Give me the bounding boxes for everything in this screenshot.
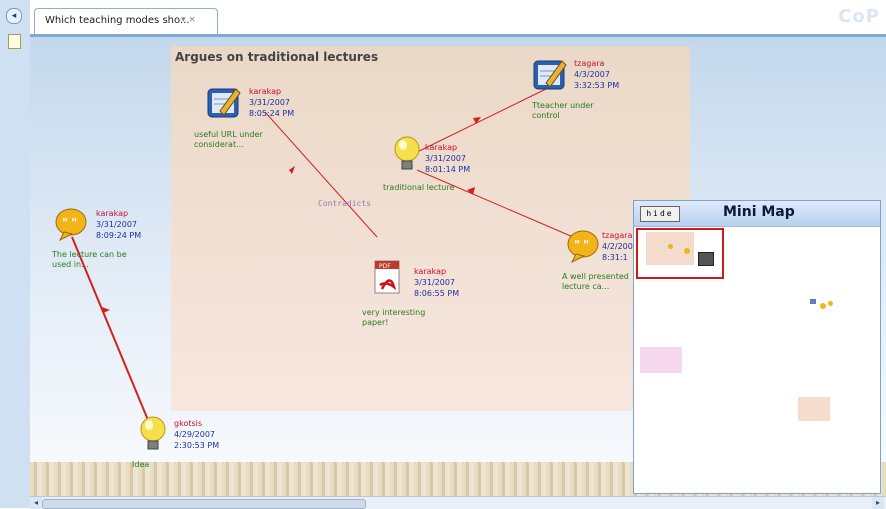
- brand-logo: CoP: [838, 6, 880, 27]
- minimap-region-peach: [798, 397, 830, 421]
- note-icon[interactable]: [532, 57, 568, 93]
- node-label[interactable]: useful URL under: [194, 130, 263, 140]
- node-label-cont: paper!: [362, 318, 389, 327]
- node-date: 3/31/2007: [414, 278, 456, 287]
- minimap-region-pink: [640, 347, 682, 373]
- node-date: 4/29/2007: [174, 430, 216, 439]
- node-label[interactable]: Tteacher under: [532, 101, 594, 111]
- node-author: karakap: [414, 267, 447, 276]
- tab-title: Which teaching modes sho...: [45, 15, 190, 26]
- node-time: 8:31:1: [602, 253, 628, 262]
- minimap-title: Mini Map: [723, 204, 795, 220]
- lightbulb-icon[interactable]: [394, 135, 420, 175]
- minimap-bubble-dot: [684, 248, 690, 254]
- minimap-header: hide Mini Map: [634, 201, 880, 227]
- node-time: 8:01:14 PM: [425, 165, 471, 174]
- svg-text:PDF: PDF: [379, 263, 391, 270]
- svg-text:": ": [583, 238, 589, 252]
- node-label-cont: lecture ca...: [562, 282, 610, 291]
- lightbulb-icon[interactable]: [140, 415, 166, 455]
- node-label-cont: used in...: [52, 260, 89, 269]
- minimap-viewport[interactable]: [636, 228, 724, 279]
- node-date: 4/3/2007: [574, 70, 610, 79]
- speech-bubble-icon[interactable]: " ": [54, 207, 88, 241]
- node-label[interactable]: very interesting: [362, 308, 425, 318]
- minimap-cluster-right: [810, 295, 834, 313]
- node-author: karakap: [425, 143, 458, 152]
- node-time: 8:06:55 PM: [414, 289, 460, 298]
- node-time: 3:32:53 PM: [574, 81, 620, 90]
- document-icon[interactable]: [8, 34, 21, 49]
- tab-strip: Which teaching modes sho... ▾ × CoP: [30, 0, 886, 34]
- node-author: tzagara: [602, 231, 633, 240]
- collapse-panel-icon[interactable]: ◂: [6, 8, 22, 24]
- hide-minimap-button[interactable]: hide: [640, 206, 680, 222]
- node-time: 8:05:24 PM: [249, 109, 295, 118]
- node-label-cont: control: [532, 111, 560, 120]
- svg-text:": ": [574, 238, 580, 252]
- node-author: gkotsis: [174, 419, 203, 428]
- node-time: 8:09:24 PM: [96, 231, 142, 240]
- pdf-file-icon[interactable]: PDF: [372, 259, 406, 297]
- left-sidebar: ◂: [0, 0, 31, 508]
- scroll-right-arrow[interactable]: ▸: [872, 497, 884, 509]
- edge-4-arrow: [102, 307, 110, 313]
- node-date: 3/31/2007: [96, 220, 138, 229]
- node-date: 3/31/2007: [425, 154, 467, 163]
- edge-1-arrow: [289, 166, 295, 174]
- tab-discussion[interactable]: Which teaching modes sho... ▾ ×: [34, 8, 218, 34]
- minimap-bulb-dot: [668, 244, 673, 249]
- minimap-bubble-dot: [828, 301, 833, 306]
- edge-3-arrow: [467, 187, 475, 195]
- node-author: karakap: [96, 209, 129, 218]
- node-time: 2:30:53 PM: [174, 441, 220, 450]
- node-label[interactable]: A well presented: [562, 272, 629, 282]
- minimap-panel[interactable]: hide Mini Map: [633, 200, 881, 494]
- node-date: 3/31/2007: [249, 98, 291, 107]
- scroll-left-arrow[interactable]: ◂: [30, 497, 42, 509]
- node-label-cont: considerat...: [194, 140, 244, 149]
- node-label[interactable]: The lecture can be: [52, 250, 127, 260]
- tab-menu-icon[interactable]: ▾ ×: [181, 15, 196, 25]
- svg-text:": ": [62, 216, 68, 230]
- speech-bubble-icon[interactable]: " ": [566, 229, 600, 263]
- edge-label-contradicts: Contradicts: [318, 199, 371, 208]
- minimap-note-dot: [810, 299, 816, 304]
- edge-1[interactable]: [264, 111, 378, 238]
- node-author: karakap: [249, 87, 282, 96]
- minimap-bubble-dot: [820, 303, 826, 309]
- svg-text:": ": [71, 216, 77, 230]
- note-icon[interactable]: [206, 85, 242, 121]
- minimap-clapper-icon: [698, 252, 714, 266]
- node-label[interactable]: Idea: [132, 460, 149, 470]
- node-author: tzagara: [574, 59, 605, 68]
- edge-3[interactable]: [416, 169, 574, 238]
- horizontal-scrollbar[interactable]: ◂ ▸: [30, 496, 886, 509]
- node-date: 4/2/200: [602, 242, 633, 251]
- node-label[interactable]: traditional lecture: [383, 183, 454, 193]
